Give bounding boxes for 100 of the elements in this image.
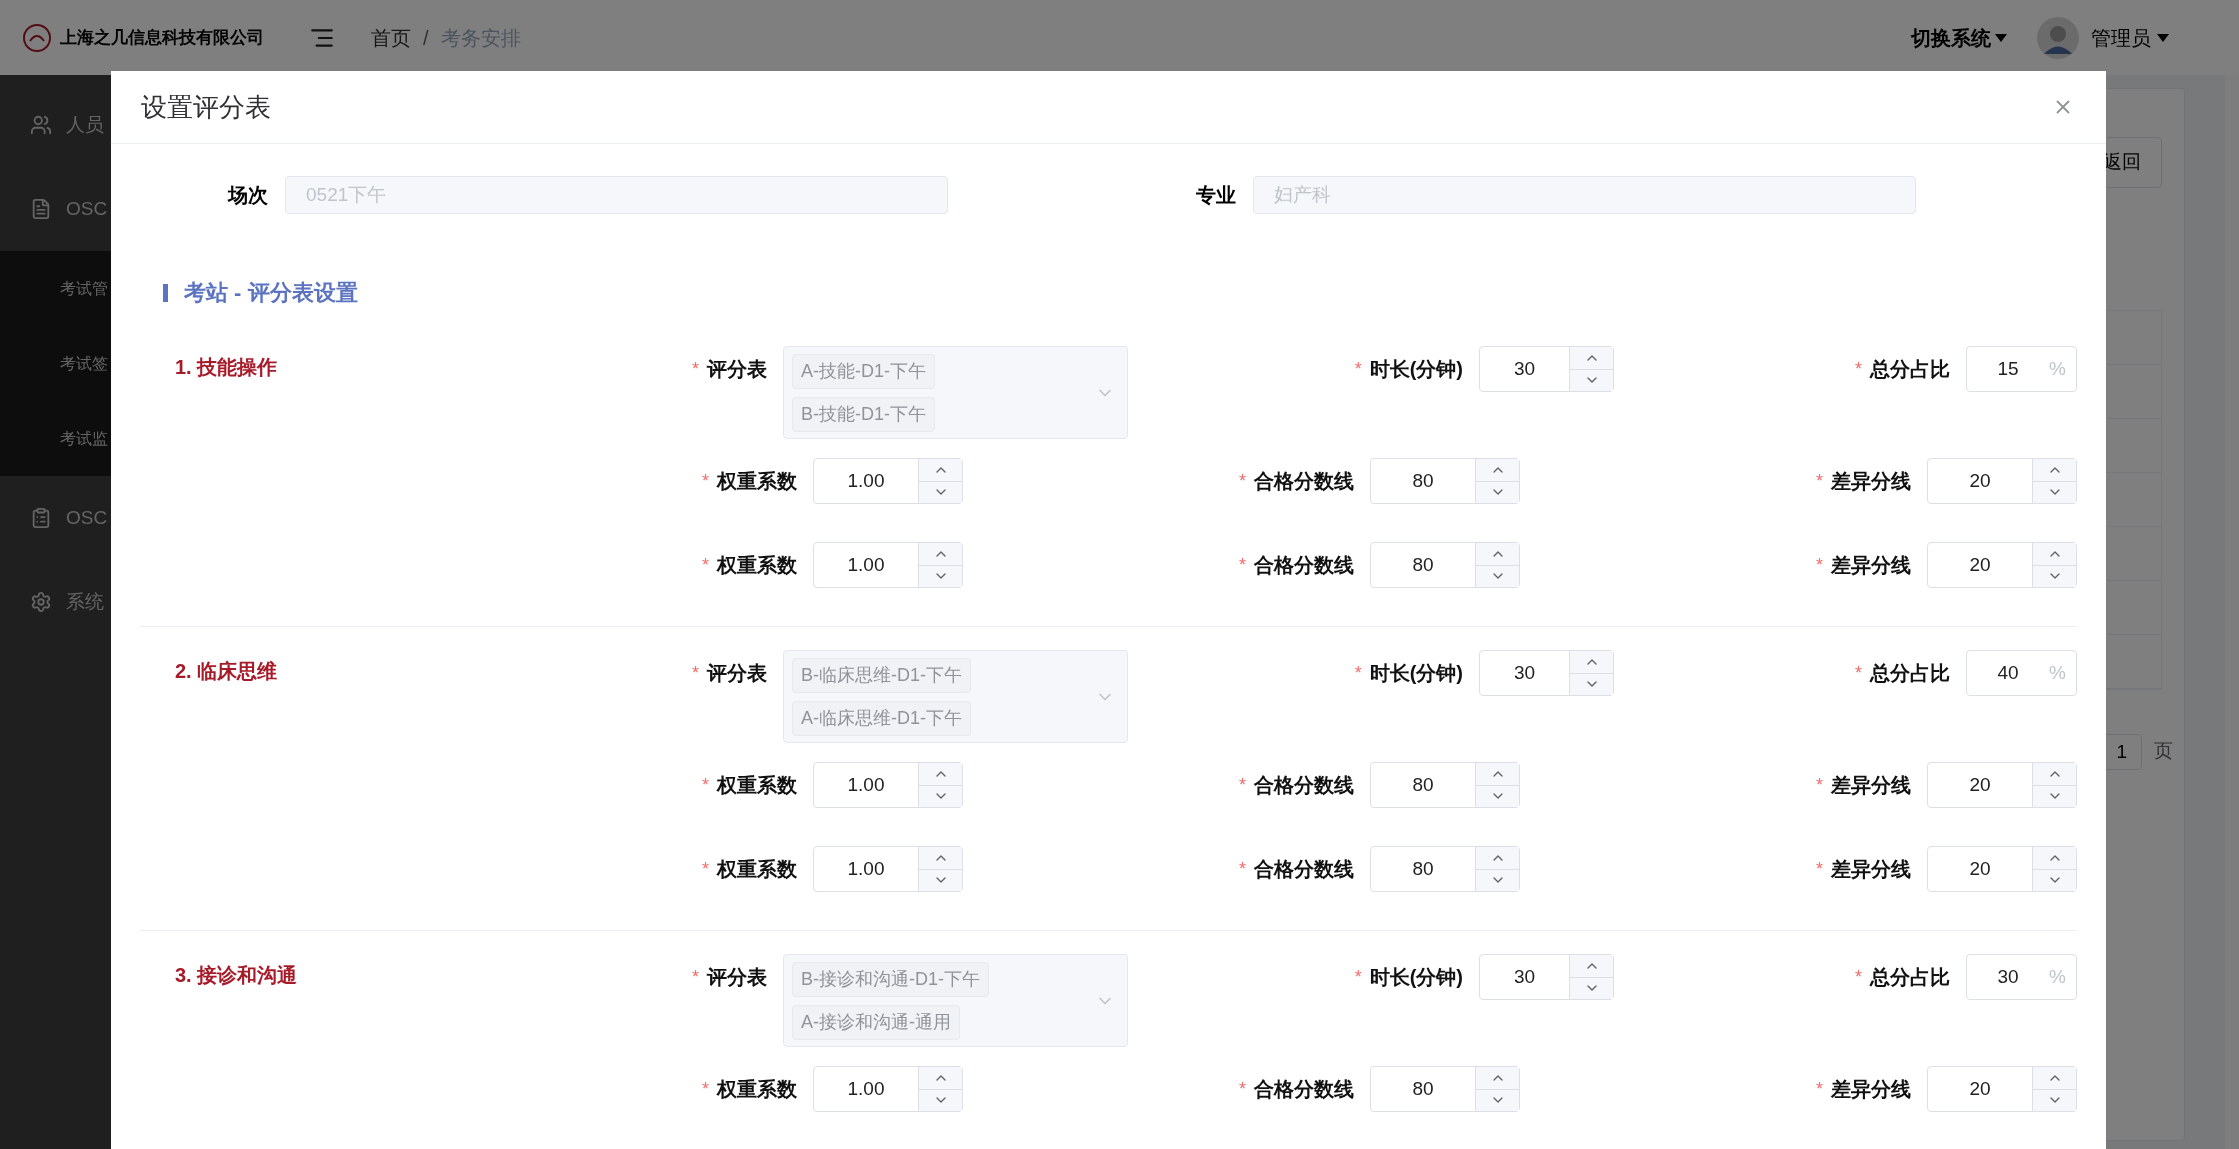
- number-field[interactable]: 1.00: [813, 458, 963, 504]
- number-input[interactable]: 15: [1967, 347, 2050, 391]
- switch-system-menu[interactable]: 切换系统: [1911, 22, 2007, 53]
- increment-button[interactable]: [919, 543, 962, 566]
- required-asterisk: *: [1239, 553, 1246, 577]
- number-field[interactable]: 40 %: [1966, 650, 2077, 696]
- decrement-button[interactable]: [919, 785, 962, 807]
- number-input[interactable]: 80: [1371, 1067, 1475, 1111]
- number-input[interactable]: 30: [1480, 955, 1569, 999]
- decrement-button[interactable]: [1570, 369, 1613, 391]
- increment-button[interactable]: [1476, 459, 1519, 482]
- decrement-button[interactable]: [1476, 869, 1519, 891]
- number-field[interactable]: 30: [1479, 650, 1614, 696]
- decrement-button[interactable]: [2033, 785, 2076, 807]
- field-label: 总分占比: [1870, 661, 1950, 686]
- selected-tag: A-技能-D1-下午: [792, 353, 935, 389]
- user-menu[interactable]: 管理员: [2091, 22, 2169, 53]
- number-field[interactable]: 80: [1370, 458, 1520, 504]
- decrement-button[interactable]: [919, 1089, 962, 1111]
- required-asterisk: *: [1816, 469, 1823, 493]
- decrement-button[interactable]: [2033, 565, 2076, 587]
- increment-button[interactable]: [1570, 347, 1613, 370]
- number-input[interactable]: 1.00: [814, 459, 918, 503]
- increment-button[interactable]: [1570, 955, 1613, 978]
- number-input[interactable]: 80: [1371, 763, 1475, 807]
- breadcrumb-link[interactable]: 首页: [371, 22, 411, 53]
- number-input[interactable]: 80: [1371, 847, 1475, 891]
- number-input[interactable]: 1.00: [814, 1067, 918, 1111]
- number-field[interactable]: 80: [1370, 1066, 1520, 1112]
- selected-tag: A-接诊和沟通-通用: [792, 1004, 960, 1040]
- number-input[interactable]: 30: [1480, 651, 1569, 695]
- number-field[interactable]: 20: [1927, 762, 2077, 808]
- number-field[interactable]: 30: [1479, 346, 1614, 392]
- number-input[interactable]: 20: [1928, 763, 2032, 807]
- increment-button[interactable]: [919, 459, 962, 482]
- number-input[interactable]: 30: [1480, 347, 1569, 391]
- number-field[interactable]: 80: [1370, 762, 1520, 808]
- number-input[interactable]: 20: [1928, 459, 2032, 503]
- number-field[interactable]: 1.00: [813, 542, 963, 588]
- decrement-button[interactable]: [919, 565, 962, 587]
- number-input[interactable]: 30: [1967, 955, 2050, 999]
- number-field[interactable]: 20: [1927, 542, 2077, 588]
- decrement-button[interactable]: [1570, 977, 1613, 999]
- number-field[interactable]: 1.00: [813, 846, 963, 892]
- increment-button[interactable]: [1476, 763, 1519, 786]
- field-label: 时长(分钟): [1369, 965, 1463, 990]
- decrement-button[interactable]: [2033, 1089, 2076, 1111]
- number-input[interactable]: 80: [1371, 459, 1475, 503]
- increment-button[interactable]: [1476, 847, 1519, 870]
- number-input[interactable]: 1.00: [814, 763, 918, 807]
- number-field[interactable]: 1.00: [813, 762, 963, 808]
- increment-button[interactable]: [919, 1067, 962, 1090]
- decrement-button[interactable]: [1570, 673, 1613, 695]
- company-name: 上海之几信息科技有限公司: [60, 26, 264, 49]
- number-input[interactable]: 1.00: [814, 847, 918, 891]
- decrement-button[interactable]: [2033, 869, 2076, 891]
- increment-button[interactable]: [1476, 1067, 1519, 1090]
- station-name: 2. 临床思维: [175, 660, 278, 682]
- number-input[interactable]: 80: [1371, 543, 1475, 587]
- number-field[interactable]: 1.00: [813, 1066, 963, 1112]
- increment-button[interactable]: [1476, 543, 1519, 566]
- field-label: 权重系数: [717, 857, 797, 882]
- decrement-button[interactable]: [919, 481, 962, 503]
- increment-button[interactable]: [1570, 651, 1613, 674]
- number-input[interactable]: 40: [1967, 651, 2050, 695]
- number-input[interactable]: 1.00: [814, 543, 918, 587]
- number-field[interactable]: 80: [1370, 542, 1520, 588]
- number-field[interactable]: 20: [1927, 846, 2077, 892]
- selected-tag: B-临床思维-D1-下午: [792, 657, 971, 693]
- number-field[interactable]: 20: [1927, 1066, 2077, 1112]
- decrement-button[interactable]: [1476, 1089, 1519, 1111]
- increment-button[interactable]: [919, 763, 962, 786]
- increment-button[interactable]: [2033, 543, 2076, 566]
- decrement-button[interactable]: [919, 869, 962, 891]
- page-unit: 页: [2154, 739, 2173, 764]
- section-title: 考站 - 评分表设置: [184, 279, 358, 307]
- number-field[interactable]: 20: [1927, 458, 2077, 504]
- number-input[interactable]: 20: [1928, 847, 2032, 891]
- increment-button[interactable]: [919, 847, 962, 870]
- decrement-button[interactable]: [1476, 481, 1519, 503]
- required-asterisk: *: [1855, 357, 1862, 381]
- number-field[interactable]: 15 %: [1966, 346, 2077, 392]
- caret-icon: [1995, 33, 2007, 42]
- number-field[interactable]: 30 %: [1966, 954, 2077, 1000]
- station-name: 1. 技能操作: [175, 356, 278, 378]
- decrement-button[interactable]: [1476, 785, 1519, 807]
- percent-suffix: %: [2049, 356, 2067, 381]
- number-input[interactable]: 20: [1928, 1067, 2032, 1111]
- field-label: 专业: [1196, 183, 1236, 208]
- increment-button[interactable]: [2033, 1067, 2076, 1090]
- number-field[interactable]: 80: [1370, 846, 1520, 892]
- decrement-button[interactable]: [2033, 481, 2076, 503]
- number-field[interactable]: 30: [1479, 954, 1614, 1000]
- increment-button[interactable]: [2033, 459, 2076, 482]
- increment-button[interactable]: [2033, 763, 2076, 786]
- required-asterisk: *: [702, 469, 709, 493]
- decrement-button[interactable]: [1476, 565, 1519, 587]
- number-input[interactable]: 20: [1928, 543, 2032, 587]
- increment-button[interactable]: [2033, 847, 2076, 870]
- logo-icon: [22, 22, 52, 53]
